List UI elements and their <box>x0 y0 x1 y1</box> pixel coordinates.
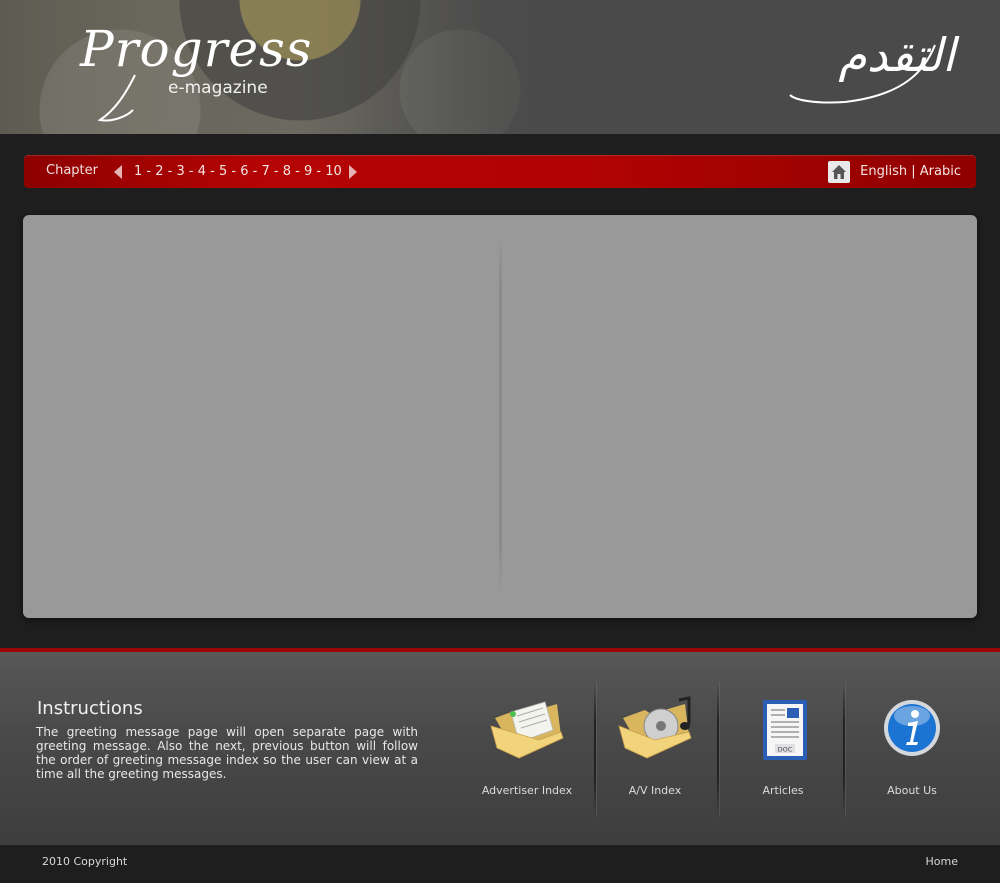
separator: - <box>312 164 326 179</box>
instructions-title: Instructions <box>37 698 143 719</box>
chapter-page-links: 1 - 2 - 3 - 4 - 5 - 6 - 7 - 8 - 9 - 10 <box>134 164 342 179</box>
advertiser-index-button[interactable]: Advertiser Index <box>467 682 587 817</box>
separator: - <box>248 164 262 179</box>
chapter-label: Chapter <box>46 163 98 178</box>
footer-home-link[interactable]: Home <box>926 855 958 868</box>
chapter-nav-bar: Chapter 1 - 2 - 3 - 4 - 5 - 6 - 7 - 8 - … <box>24 155 976 188</box>
bottom-bar: 2010 Copyright Home <box>0 845 1000 883</box>
tile-divider <box>843 682 845 817</box>
about-us-label: About Us <box>887 784 937 797</box>
next-arrow-icon[interactable] <box>349 165 357 179</box>
lang-english-link[interactable]: English <box>860 164 907 179</box>
separator: - <box>184 164 198 179</box>
chapter-link-3[interactable]: 3 <box>177 164 185 179</box>
articles-button[interactable]: DOC Articles <box>723 682 843 817</box>
chapter-link-8[interactable]: 8 <box>283 164 291 179</box>
logo-subtitle: e-magazine <box>168 78 268 98</box>
chapter-link-5[interactable]: 5 <box>219 164 227 179</box>
folder-documents-icon <box>490 701 564 759</box>
language-switcher: English | Arabic <box>860 164 961 179</box>
chapter-link-2[interactable]: 2 <box>155 164 163 179</box>
logo-swash <box>97 74 136 122</box>
home-button[interactable] <box>828 161 850 183</box>
articles-label: Articles <box>762 784 804 797</box>
separator: - <box>163 164 177 179</box>
previous-arrow-icon[interactable] <box>114 165 122 179</box>
magazine-viewer[interactable] <box>23 215 977 618</box>
chapter-link-7[interactable]: 7 <box>262 164 270 179</box>
lang-arabic-link[interactable]: Arabic <box>920 164 961 179</box>
footer-panel: Instructions The greeting message page w… <box>0 648 1000 845</box>
av-index-button[interactable]: A/V Index <box>595 682 715 817</box>
separator: - <box>227 164 241 179</box>
advertiser-index-label: Advertiser Index <box>481 784 573 797</box>
svg-text:DOC: DOC <box>778 746 793 754</box>
chapter-link-10[interactable]: 10 <box>325 164 342 179</box>
about-us-button[interactable]: About Us <box>852 682 972 817</box>
doc-file-icon: DOC <box>763 700 807 760</box>
av-index-label: A/V Index <box>628 784 682 797</box>
copyright-text: 2010 Copyright <box>42 855 128 868</box>
tile-divider <box>717 682 719 817</box>
separator: - <box>142 164 156 179</box>
separator: - <box>269 164 283 179</box>
chapter-link-4[interactable]: 4 <box>198 164 206 179</box>
home-icon <box>832 165 846 179</box>
separator: - <box>291 164 304 179</box>
chapter-link-6[interactable]: 6 <box>240 164 248 179</box>
instructions-text: The greeting message page will open sepa… <box>36 725 418 781</box>
site-header: Progress e-magazine التقدم <box>0 0 1000 134</box>
chapter-link-1[interactable]: 1 <box>134 164 142 179</box>
logo-arabic: التقدم <box>838 28 955 82</box>
separator: - <box>206 164 219 179</box>
folder-media-icon <box>618 696 692 759</box>
lang-divider: | <box>907 164 920 179</box>
page-spine <box>499 235 502 595</box>
chapter-link-9[interactable]: 9 <box>304 164 312 179</box>
info-icon <box>884 700 940 756</box>
